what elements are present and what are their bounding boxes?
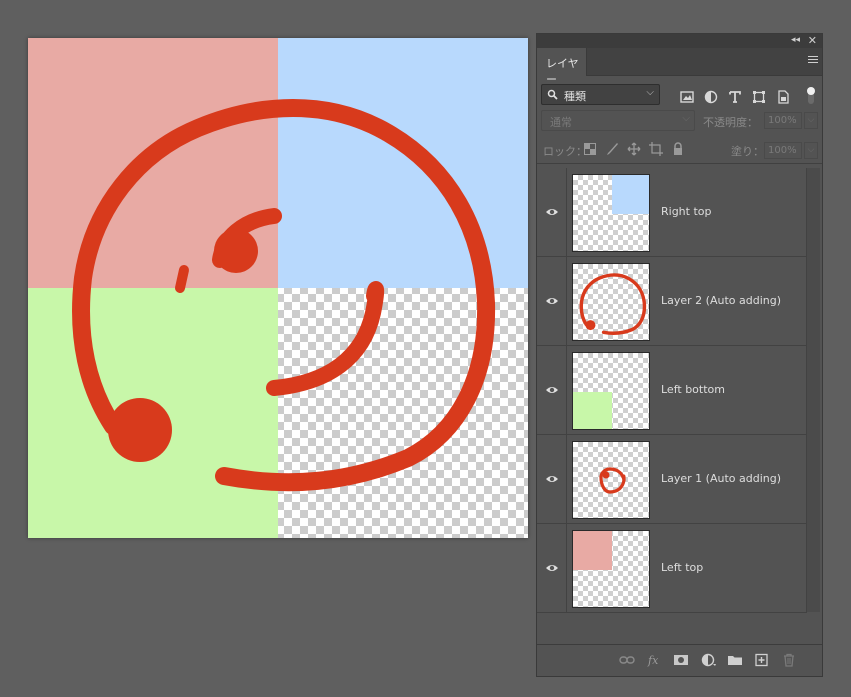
- layer-thumbnail: [572, 174, 650, 252]
- opacity-label: 不透明度：: [703, 116, 758, 129]
- svg-text:fx: fx: [647, 654, 659, 667]
- blend-mode-select[interactable]: 通常 ⌵: [541, 110, 695, 131]
- shape-filter-icon[interactable]: [752, 90, 766, 104]
- panel-bottom-toolbar: fx: [537, 644, 822, 676]
- lock-row: ロック： 塗り： 100% ⌵: [537, 134, 822, 164]
- text-filter-icon[interactable]: [728, 90, 742, 104]
- layer-row-layer-2[interactable]: Layer 2 (Auto adding): [537, 257, 807, 346]
- layers-panel: ◂◂ ✕ レイヤー 種類 ⌵ 通常 ⌵ 不透明度： 100% ⌵ ロック： 塗り…: [536, 33, 823, 677]
- visibility-toggle[interactable]: [537, 346, 567, 434]
- chevron-down-icon: ⌵: [646, 87, 654, 98]
- layer-row-layer-1[interactable]: Layer 1 (Auto adding): [537, 435, 807, 524]
- folder-icon[interactable]: [727, 653, 743, 667]
- opacity-field[interactable]: 100%: [764, 112, 802, 129]
- layer-row-left-top[interactable]: Left top: [537, 524, 807, 613]
- document-canvas[interactable]: [28, 38, 528, 538]
- filter-type-select[interactable]: 種類 ⌵: [541, 84, 660, 105]
- adjustment-filter-icon[interactable]: [704, 90, 718, 104]
- eye-icon[interactable]: [545, 295, 559, 307]
- lock-all-icon[interactable]: [671, 142, 685, 156]
- visibility-toggle[interactable]: [537, 524, 567, 612]
- eye-icon[interactable]: [545, 206, 559, 218]
- fill-dropdown-icon[interactable]: ⌵: [804, 142, 818, 159]
- lock-artboard-icon[interactable]: [649, 142, 663, 156]
- lock-transparent-pixels-icon[interactable]: [583, 142, 597, 156]
- filter-row: 種類 ⌵: [537, 76, 822, 106]
- search-icon: [547, 89, 558, 100]
- layer-row-right-top[interactable]: Right top: [537, 168, 807, 257]
- close-panel-icon[interactable]: ✕: [808, 34, 817, 47]
- trash-icon[interactable]: [781, 653, 797, 667]
- panel-tabbar: レイヤー: [537, 48, 822, 86]
- layer-row-left-bottom[interactable]: Left bottom: [537, 346, 807, 435]
- layer-thumbnail: [572, 441, 650, 519]
- layers-scrollbar[interactable]: [806, 168, 820, 612]
- image-filter-icon[interactable]: [680, 90, 694, 104]
- opacity-dropdown-icon[interactable]: ⌵: [804, 112, 818, 129]
- lock-position-icon[interactable]: [627, 142, 641, 156]
- fx-icon[interactable]: fx: [647, 653, 663, 667]
- blend-mode-value: 通常: [550, 116, 572, 129]
- collapse-panel-icon[interactable]: ◂◂: [791, 35, 800, 45]
- eye-icon[interactable]: [545, 473, 559, 485]
- brush-strokes: [72, 99, 496, 492]
- filter-type-value: 種類: [564, 90, 586, 103]
- eye-icon[interactable]: [545, 384, 559, 396]
- fill-label: 塗り：: [731, 145, 764, 158]
- new-layer-icon[interactable]: [754, 653, 770, 667]
- chevron-down-icon: ⌵: [682, 113, 690, 124]
- eye-icon[interactable]: [545, 562, 559, 574]
- layer-name: Layer 1 (Auto adding): [661, 472, 781, 485]
- visibility-toggle[interactable]: [537, 257, 567, 345]
- layer-name: Left top: [661, 561, 704, 574]
- smart-object-filter-icon[interactable]: [776, 90, 790, 104]
- layer-name: Right top: [661, 205, 712, 218]
- link-icon[interactable]: [619, 653, 635, 667]
- layers-list: Right top Layer 2 (Auto adding) Left bot…: [537, 168, 807, 613]
- small-spiral-dot: [214, 229, 258, 273]
- layer-thumbnail: [572, 352, 650, 430]
- small-stroke-tail: [175, 265, 189, 293]
- layer-name: Left bottom: [661, 383, 725, 396]
- large-circle-dot: [108, 398, 172, 462]
- layer-name: Layer 2 (Auto adding): [661, 294, 781, 307]
- lock-label: ロック：: [543, 145, 587, 158]
- panel-menu-icon[interactable]: [808, 56, 818, 65]
- layer-thumbnail: [572, 263, 650, 341]
- filter-toggle-icon[interactable]: [805, 86, 817, 106]
- lock-image-pixels-icon[interactable]: [605, 142, 619, 156]
- layer-thumbnail: [572, 530, 650, 608]
- tab-layers[interactable]: レイヤー: [537, 48, 587, 86]
- visibility-toggle[interactable]: [537, 168, 567, 256]
- fill-field[interactable]: 100%: [764, 142, 802, 159]
- adjustment-icon[interactable]: [701, 653, 717, 667]
- blend-row: 通常 ⌵ 不透明度： 100% ⌵: [537, 106, 822, 134]
- visibility-toggle[interactable]: [537, 435, 567, 523]
- panel-titlebar[interactable]: ◂◂ ✕: [537, 34, 822, 48]
- mask-icon[interactable]: [673, 653, 689, 667]
